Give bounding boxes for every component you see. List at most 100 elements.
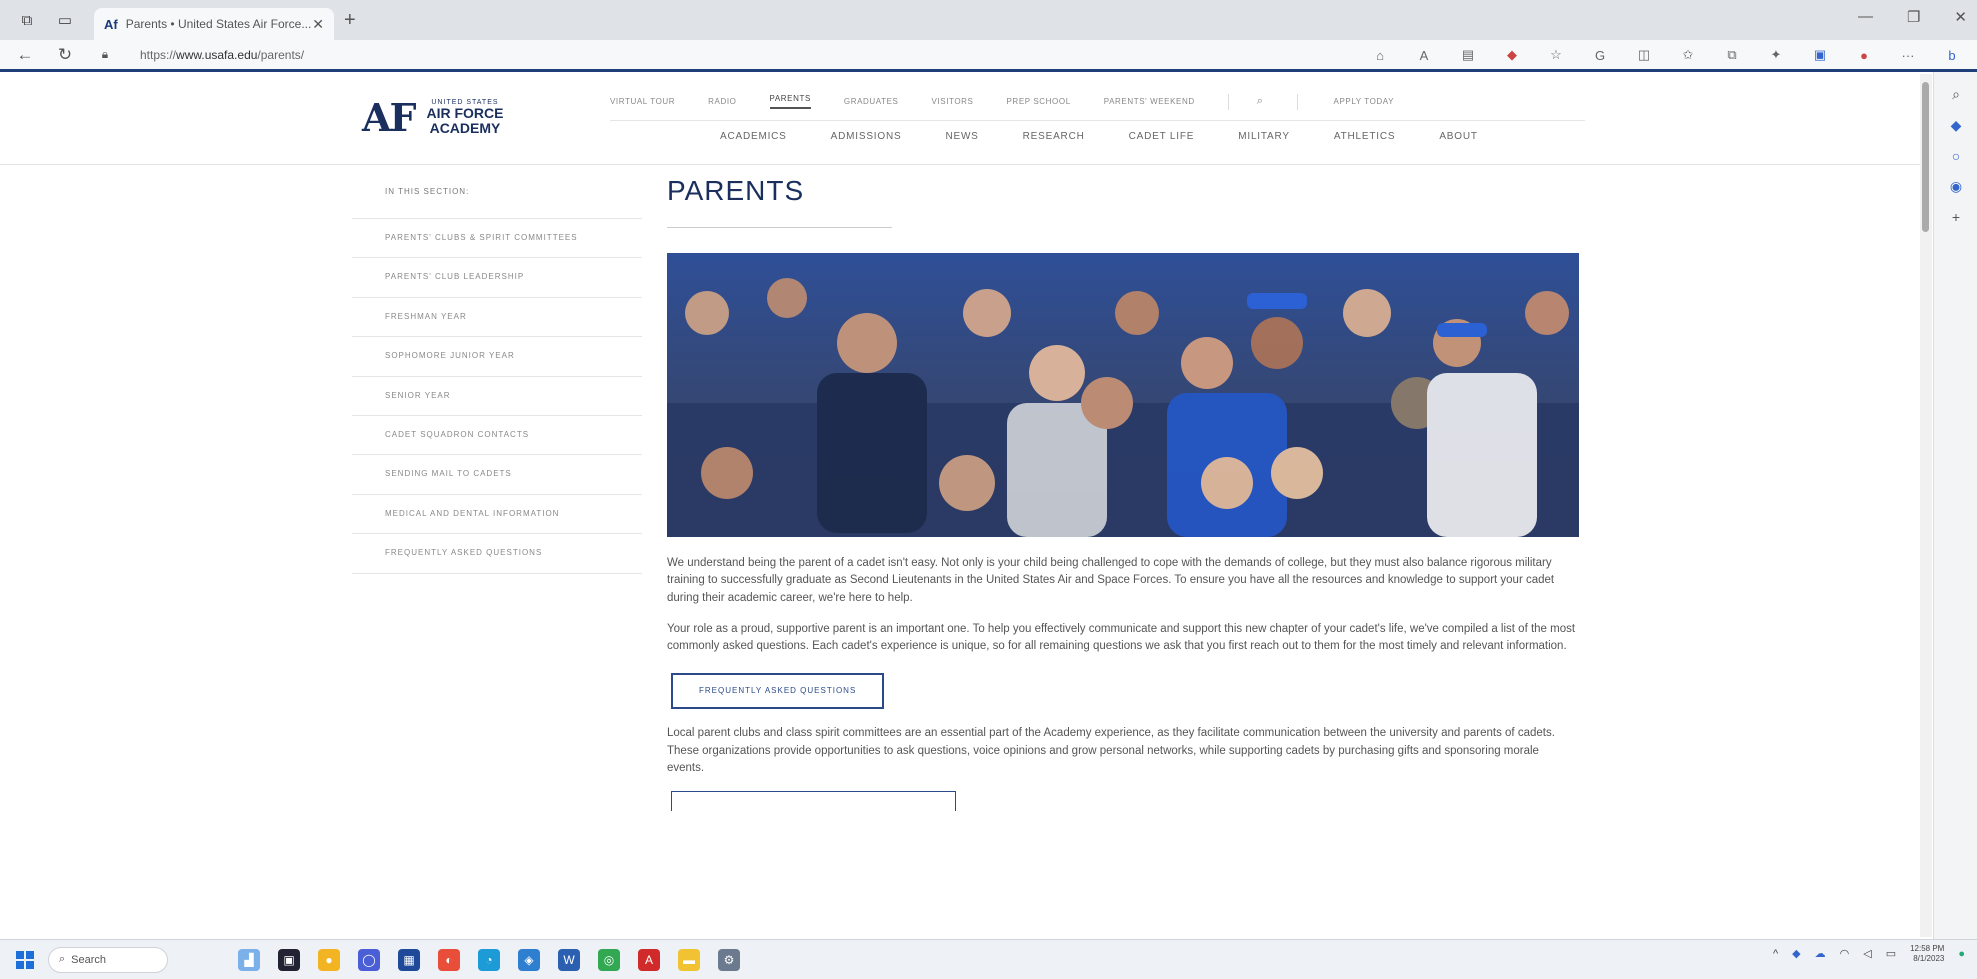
- usafa-logo[interactable]: AF UNITED STATES AIR FORCE ACADEMY: [362, 95, 503, 140]
- sidebar-search-icon[interactable]: ⌕: [1934, 86, 1977, 103]
- section-nav: IN THIS SECTION: PARENTS' CLUBS & SPIRIT…: [352, 165, 642, 574]
- section-link-club-leadership[interactable]: PARENTS' CLUB LEADERSHIP: [352, 258, 642, 298]
- favorite-star-icon[interactable]: ☆: [1545, 45, 1567, 65]
- page-scrollbar[interactable]: [1920, 74, 1932, 937]
- browser-tab[interactable]: Af Parents • United States Air Force... …: [94, 8, 334, 40]
- nav-about[interactable]: ABOUT: [1439, 131, 1477, 142]
- util-link-parents[interactable]: PARENTS: [769, 94, 811, 109]
- section-link-mail[interactable]: SENDING MAIL TO CADETS: [352, 455, 642, 495]
- refresh-icon[interactable]: ↻: [50, 45, 80, 65]
- taskbar-store-icon[interactable]: ▦: [398, 948, 420, 971]
- section-link-senior[interactable]: SENIOR YEAR: [352, 377, 642, 416]
- web-page: AF UNITED STATES AIR FORCE ACADEMY VIRTU…: [0, 75, 1920, 939]
- main-nav: ACADEMICS ADMISSIONS NEWS RESEARCH CADET…: [720, 131, 1522, 142]
- url-domain: www.usafa.edu: [176, 47, 258, 62]
- title-divider: [667, 227, 892, 228]
- close-tab-icon[interactable]: ✕: [312, 16, 324, 33]
- sidebar-add-icon[interactable]: +: [1934, 209, 1977, 225]
- nav-academics[interactable]: ACADEMICS: [720, 131, 787, 142]
- url-field[interactable]: https://www.usafa.edu/parents/: [140, 48, 304, 62]
- workspaces-icon[interactable]: ⧉: [16, 9, 38, 31]
- scrollbar-thumb[interactable]: [1922, 82, 1929, 232]
- taskbar-edge-icon[interactable]: ◔: [478, 948, 500, 971]
- nav-news[interactable]: NEWS: [945, 131, 978, 142]
- taskbar-settings-icon[interactable]: ⚙: [718, 948, 740, 971]
- battery-icon[interactable]: ▭: [1886, 947, 1896, 960]
- wifi-icon[interactable]: ◠: [1840, 947, 1850, 960]
- section-link-faq[interactable]: FREQUENTLY ASKED QUESTIONS: [352, 534, 642, 574]
- extension-blue-icon[interactable]: ▣: [1809, 45, 1831, 65]
- usafa-favicon-icon: Af: [104, 16, 118, 32]
- taskbar-folder-app-icon[interactable]: ◈: [518, 948, 540, 971]
- body-copy: We understand being the parent of a cade…: [667, 555, 1579, 811]
- taskbar-search[interactable]: ⌕ Search: [48, 946, 168, 973]
- clubs-button[interactable]: [671, 791, 956, 811]
- tab-actions-icon[interactable]: ▭: [54, 9, 76, 31]
- util-link-virtual-tour[interactable]: VIRTUAL TOUR: [610, 97, 675, 106]
- util-link-graduates[interactable]: GRADUATES: [844, 97, 899, 106]
- clock-time: 12:58 PM: [1910, 944, 1945, 953]
- util-link-radio[interactable]: RADIO: [708, 97, 736, 106]
- app-available-icon[interactable]: ⌂: [1369, 45, 1391, 65]
- restore-icon[interactable]: ❐: [1907, 8, 1920, 26]
- minimize-icon[interactable]: —: [1858, 8, 1873, 26]
- faq-button[interactable]: FREQUENTLY ASKED QUESTIONS: [671, 673, 885, 710]
- nav-athletics[interactable]: ATHLETICS: [1334, 131, 1395, 142]
- taskbar-file-explorer-icon[interactable]: ▬: [678, 948, 700, 971]
- taskbar-word-icon[interactable]: W: [558, 948, 580, 971]
- tray-cloud-icon[interactable]: ☁: [1815, 947, 1826, 960]
- nav-cadet-life[interactable]: CADET LIFE: [1129, 131, 1195, 142]
- util-link-parents-weekend[interactable]: PARENTS' WEEKEND: [1104, 97, 1195, 106]
- section-link-medical[interactable]: MEDICAL AND DENTAL INFORMATION: [352, 495, 642, 535]
- apply-today-link[interactable]: APPLY TODAY: [1334, 97, 1395, 106]
- extension-icon[interactable]: ◆: [1501, 45, 1523, 65]
- taskbar-chat-icon[interactable]: ◯: [358, 948, 380, 971]
- browser-tab-strip: ⧉ ▭ Af Parents • United States Air Force…: [0, 0, 1977, 40]
- section-link-squadron-contacts[interactable]: CADET SQUADRON CONTACTS: [352, 416, 642, 456]
- taskbar-chrome-icon[interactable]: ◎: [598, 948, 620, 971]
- read-aloud-icon[interactable]: A: [1413, 45, 1435, 65]
- tray-app-icon[interactable]: ◆: [1792, 947, 1800, 960]
- volume-icon[interactable]: ◁: [1863, 947, 1871, 960]
- collections-icon[interactable]: ⧉: [1721, 45, 1743, 65]
- sidebar-outlook-icon[interactable]: ○: [1934, 148, 1977, 164]
- immersive-reader-icon[interactable]: ▤: [1457, 45, 1479, 65]
- nav-military[interactable]: MILITARY: [1238, 131, 1290, 142]
- section-nav-heading: IN THIS SECTION:: [352, 165, 642, 219]
- nav-research[interactable]: RESEARCH: [1023, 131, 1085, 142]
- util-link-prep-school[interactable]: PREP SCHOOL: [1007, 97, 1071, 106]
- close-window-icon[interactable]: ✕: [1954, 8, 1967, 26]
- profile-avatar-icon[interactable]: ●: [1853, 45, 1875, 65]
- section-link-soph-junior[interactable]: SOPHOMORE JUNIOR YEAR: [352, 337, 642, 377]
- sidebar-shopping-icon[interactable]: ◆: [1934, 117, 1977, 134]
- taskbar-clock[interactable]: 12:58 PM 8/1/2023: [1910, 944, 1944, 963]
- extension-g-icon[interactable]: G: [1589, 45, 1611, 65]
- search-icon[interactable]: ⌕: [1257, 95, 1264, 108]
- taskbar-teams-icon[interactable]: ●: [318, 948, 340, 971]
- taskbar-acrobat-icon[interactable]: A: [638, 948, 660, 971]
- section-link-clubs[interactable]: PARENTS' CLUBS & SPIRIT COMMITTEES: [352, 219, 642, 259]
- bing-chat-icon[interactable]: b: [1941, 45, 1963, 65]
- taskbar-task-view-icon[interactable]: ▣: [278, 948, 300, 971]
- favorites-icon[interactable]: ✩: [1677, 45, 1699, 65]
- clock-date: 8/1/2023: [1913, 953, 1945, 963]
- section-link-freshman[interactable]: FRESHMAN YEAR: [352, 298, 642, 338]
- extension-puzzle-icon[interactable]: ✦: [1765, 45, 1787, 65]
- tab-title: Parents • United States Air Force...: [125, 17, 312, 31]
- taskbar-widgets-icon[interactable]: ▟: [238, 948, 260, 971]
- more-menu-icon[interactable]: ···: [1897, 45, 1919, 65]
- sidebar-games-icon[interactable]: ◉: [1934, 178, 1977, 195]
- back-icon[interactable]: ←: [10, 45, 40, 65]
- site-info-lock-icon[interactable]: 🔒︎: [90, 47, 120, 62]
- split-screen-icon[interactable]: ◫: [1633, 45, 1655, 65]
- edge-sidebar: ⌕ ◆ ○ ◉ +: [1933, 72, 1977, 939]
- url-scheme: https://: [140, 47, 177, 62]
- notifications-icon[interactable]: ●: [1958, 948, 1965, 960]
- tray-chevron-up-icon[interactable]: ^: [1773, 948, 1778, 960]
- new-tab-button[interactable]: +: [344, 9, 356, 32]
- util-link-visitors[interactable]: VISITORS: [932, 97, 974, 106]
- windows-start-icon[interactable]: [16, 950, 34, 969]
- nav-admissions[interactable]: ADMISSIONS: [831, 131, 902, 142]
- taskbar-apps: ▟ ▣ ● ◯ ▦ ◐ ◔ ◈ W ◎ A ▬ ⚙: [238, 948, 740, 971]
- taskbar-app-icon[interactable]: ◐: [438, 948, 460, 971]
